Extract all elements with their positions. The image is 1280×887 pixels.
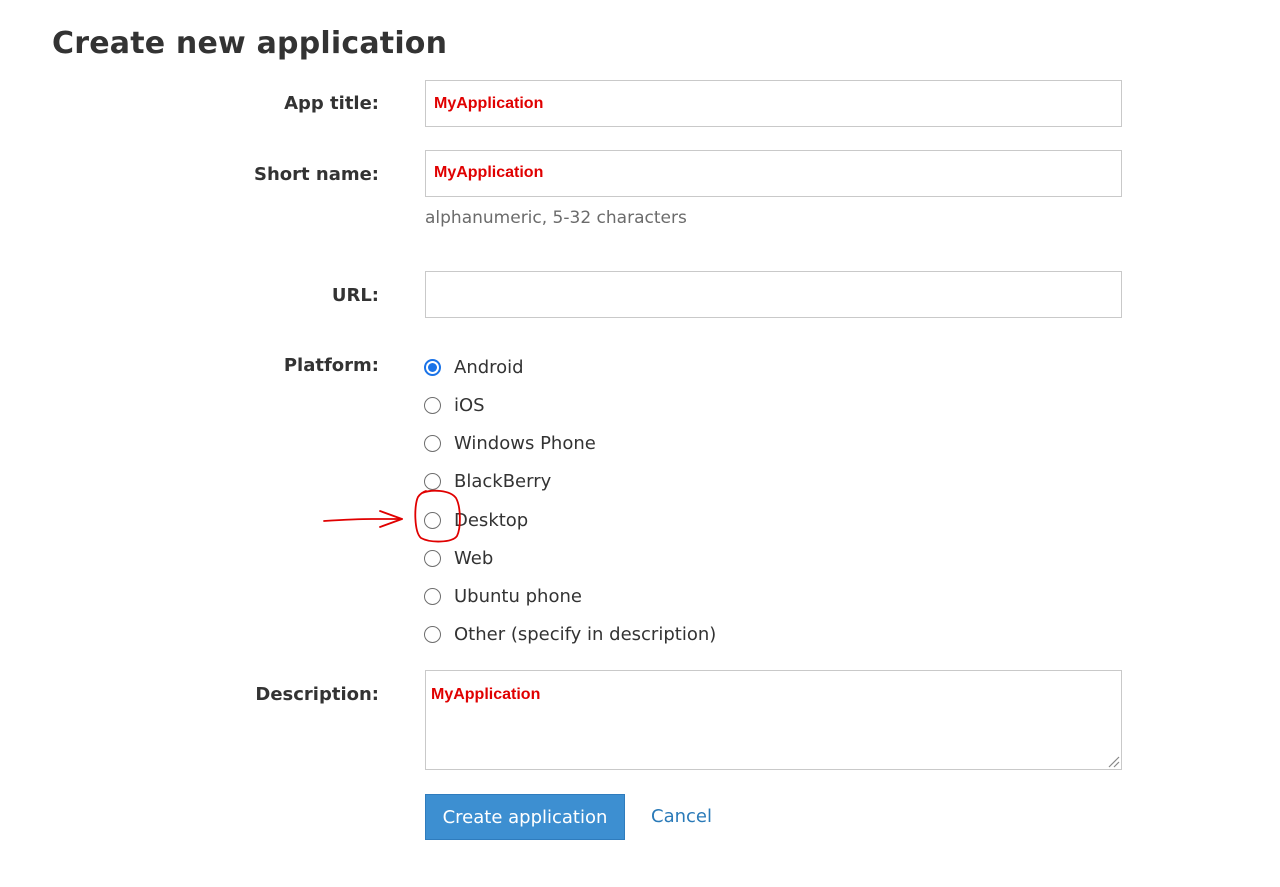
radio-button[interactable]: [424, 472, 441, 490]
app-title-value: MyApplication: [434, 95, 544, 112]
radio-button[interactable]: [424, 358, 441, 376]
platform-option-label: Desktop: [454, 509, 529, 531]
radio-button[interactable]: [424, 396, 441, 414]
cancel-link[interactable]: Cancel: [651, 806, 712, 827]
platform-option-label: iOS: [454, 394, 485, 416]
annotation-arrowhead-icon: [379, 510, 403, 528]
short-name-field[interactable]: MyApplication: [425, 150, 1122, 197]
description-label: Description:: [255, 684, 379, 705]
platform-option-label: Other (specify in description): [454, 623, 717, 645]
radio-button[interactable]: [424, 549, 441, 567]
url-field[interactable]: [425, 271, 1122, 318]
create-application-button[interactable]: Create application: [425, 794, 625, 840]
platform-label: Platform:: [283, 355, 379, 376]
url-label: URL:: [331, 285, 379, 306]
page-title: Create new application: [52, 26, 448, 61]
short-name-value: MyApplication: [434, 164, 544, 181]
platform-option-web[interactable]: Web: [424, 546, 493, 570]
radio-button[interactable]: [424, 511, 441, 529]
platform-option-desktop[interactable]: Desktop: [424, 508, 528, 532]
platform-option-label: Ubuntu phone: [454, 585, 582, 607]
description-value: MyApplication: [431, 686, 541, 703]
platform-option-label: Windows Phone: [454, 432, 596, 454]
platform-option-ios[interactable]: iOS: [424, 393, 485, 417]
radio-button[interactable]: [424, 434, 441, 452]
platform-option-windows-phone[interactable]: Windows Phone: [424, 431, 596, 455]
platform-option-other[interactable]: Other (specify in description): [424, 622, 716, 646]
platform-option-blackberry[interactable]: BlackBerry: [424, 469, 551, 493]
platform-option-android[interactable]: Android: [424, 355, 524, 379]
app-title-label: App title:: [284, 93, 379, 114]
app-title-field[interactable]: MyApplication: [425, 80, 1122, 127]
short-name-label: Short name:: [253, 164, 379, 185]
platform-option-ubuntu-phone[interactable]: Ubuntu phone: [424, 584, 582, 608]
annotation-arrow-icon: [323, 518, 403, 522]
radio-button[interactable]: [424, 587, 441, 605]
radio-button[interactable]: [424, 625, 441, 643]
platform-option-label: BlackBerry: [454, 470, 552, 492]
description-textarea[interactable]: MyApplication: [425, 670, 1122, 770]
platform-option-label: Web: [454, 547, 494, 569]
short-name-hint: alphanumeric, 5-32 characters: [425, 208, 687, 228]
resize-handle-icon[interactable]: [1106, 754, 1120, 768]
platform-option-label: Android: [454, 356, 524, 378]
